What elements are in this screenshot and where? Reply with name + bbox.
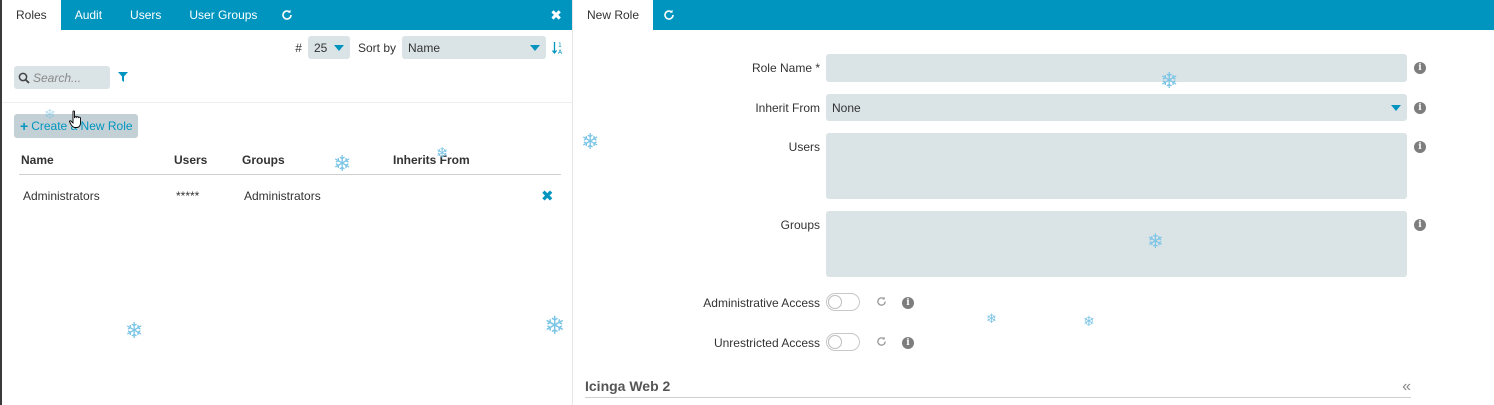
filter-icon[interactable] (118, 72, 128, 82)
unrestricted-access-label: Unrestricted Access (713, 336, 820, 350)
column-header-users[interactable]: Users (172, 146, 240, 175)
svg-text:A: A (558, 49, 563, 55)
chevron-down-icon (1391, 104, 1401, 111)
sort-by-value: Name (408, 40, 441, 55)
tab-users[interactable]: Users (116, 0, 175, 30)
snowflake-icon: ❄ (1147, 231, 1164, 253)
snowflake-icon: ❄ (44, 106, 56, 122)
section-title: Icinga Web 2 (585, 378, 671, 394)
inherit-from-value: None (832, 100, 861, 115)
snowflake-icon: ❄ (544, 312, 565, 340)
limit-label: # (295, 40, 302, 55)
snowflake-icon: ❄ (1083, 313, 1095, 329)
svg-text:1: 1 (558, 42, 562, 49)
inherit-from-select[interactable]: None (826, 94, 1407, 121)
info-icon[interactable]: i (1414, 102, 1426, 114)
reset-icon[interactable] (876, 336, 887, 347)
snowflake-icon: ❄ (986, 311, 997, 326)
limit-value: 25 (313, 40, 328, 55)
column-header-groups[interactable]: Groups (240, 146, 391, 175)
roles-table: Name Users Groups Inherits From Administ… (19, 146, 561, 218)
tab-audit[interactable]: Audit (61, 0, 116, 30)
role-users-cell: ***** (176, 189, 200, 204)
table-header-row: Name Users Groups Inherits From (19, 146, 561, 175)
search-icon (18, 72, 30, 84)
info-icon[interactable]: i (902, 337, 914, 349)
tab-new-role[interactable]: New Role (573, 0, 654, 30)
new-role-panel: New Role Role Name * i Inherit From None… (572, 0, 1494, 405)
role-name-cell[interactable]: Administrators (19, 174, 172, 218)
column-header-name[interactable]: Name (19, 146, 172, 175)
list-controls: # 25 Sort by Name 1A (295, 36, 564, 59)
role-name-input[interactable] (826, 54, 1407, 82)
admin-access-label: Administrative Access (703, 296, 820, 310)
plus-icon: + (20, 118, 29, 134)
column-header-inherits-from[interactable]: Inherits From (391, 146, 537, 175)
limit-select[interactable]: 25 (307, 36, 350, 59)
refresh-icon[interactable] (653, 0, 685, 30)
snowflake-icon: ❄ (1160, 68, 1179, 93)
tab-user-groups[interactable]: User Groups (175, 0, 271, 30)
snowflake-icon: ❄ (125, 318, 144, 343)
search-placeholder: Search... (33, 70, 82, 85)
delete-role-icon[interactable]: ✖ (541, 188, 554, 205)
snowflake-icon: ❄ (581, 129, 600, 154)
snowflake-icon: ❄ (436, 145, 449, 162)
admin-access-toggle[interactable] (826, 293, 860, 311)
divider (2, 102, 572, 103)
toggle-knob (828, 295, 842, 309)
refresh-icon[interactable] (271, 0, 303, 30)
table-row[interactable]: Administrators ***** Administrators ✖ (19, 174, 561, 218)
users-textarea[interactable] (826, 133, 1407, 199)
toggle-knob (828, 335, 842, 349)
info-icon[interactable]: i (1414, 62, 1426, 74)
role-groups-cell: Administrators (244, 189, 321, 204)
sort-by-select[interactable]: Name (402, 36, 546, 59)
unrestricted-access-toggle[interactable] (826, 333, 860, 351)
info-icon[interactable]: i (1414, 141, 1426, 153)
left-tabbar: Roles Audit Users User Groups ✖ (2, 0, 572, 30)
column-header-actions (537, 146, 561, 175)
roles-panel: Roles Audit Users User Groups ✖ # 25 Sor… (0, 0, 572, 405)
groups-label: Groups (780, 218, 820, 232)
role-inherits-cell (391, 174, 537, 218)
snowflake-icon: ❄ (333, 151, 352, 176)
tab-roles[interactable]: Roles (2, 0, 61, 30)
sort-by-label: Sort by (357, 40, 396, 55)
close-icon[interactable]: ✖ (550, 0, 562, 30)
info-icon[interactable]: i (1414, 219, 1426, 231)
chevron-down-icon (333, 44, 344, 51)
mouse-cursor-icon (69, 110, 83, 130)
groups-textarea[interactable] (826, 211, 1407, 277)
inherit-from-label: Inherit From (755, 101, 820, 115)
icinga-web-2-section[interactable]: Icinga Web 2 « (585, 378, 1411, 398)
right-tabbar: New Role (573, 0, 1494, 30)
role-name-label: Role Name * (751, 61, 820, 75)
double-chevron-left-icon[interactable]: « (1402, 378, 1411, 396)
users-label: Users (788, 140, 820, 154)
chevron-down-icon (530, 44, 540, 51)
reset-icon[interactable] (876, 296, 887, 307)
sort-alpha-icon[interactable]: 1A (552, 41, 564, 55)
info-icon[interactable]: i (902, 297, 914, 309)
search-input[interactable]: Search... (14, 66, 110, 89)
